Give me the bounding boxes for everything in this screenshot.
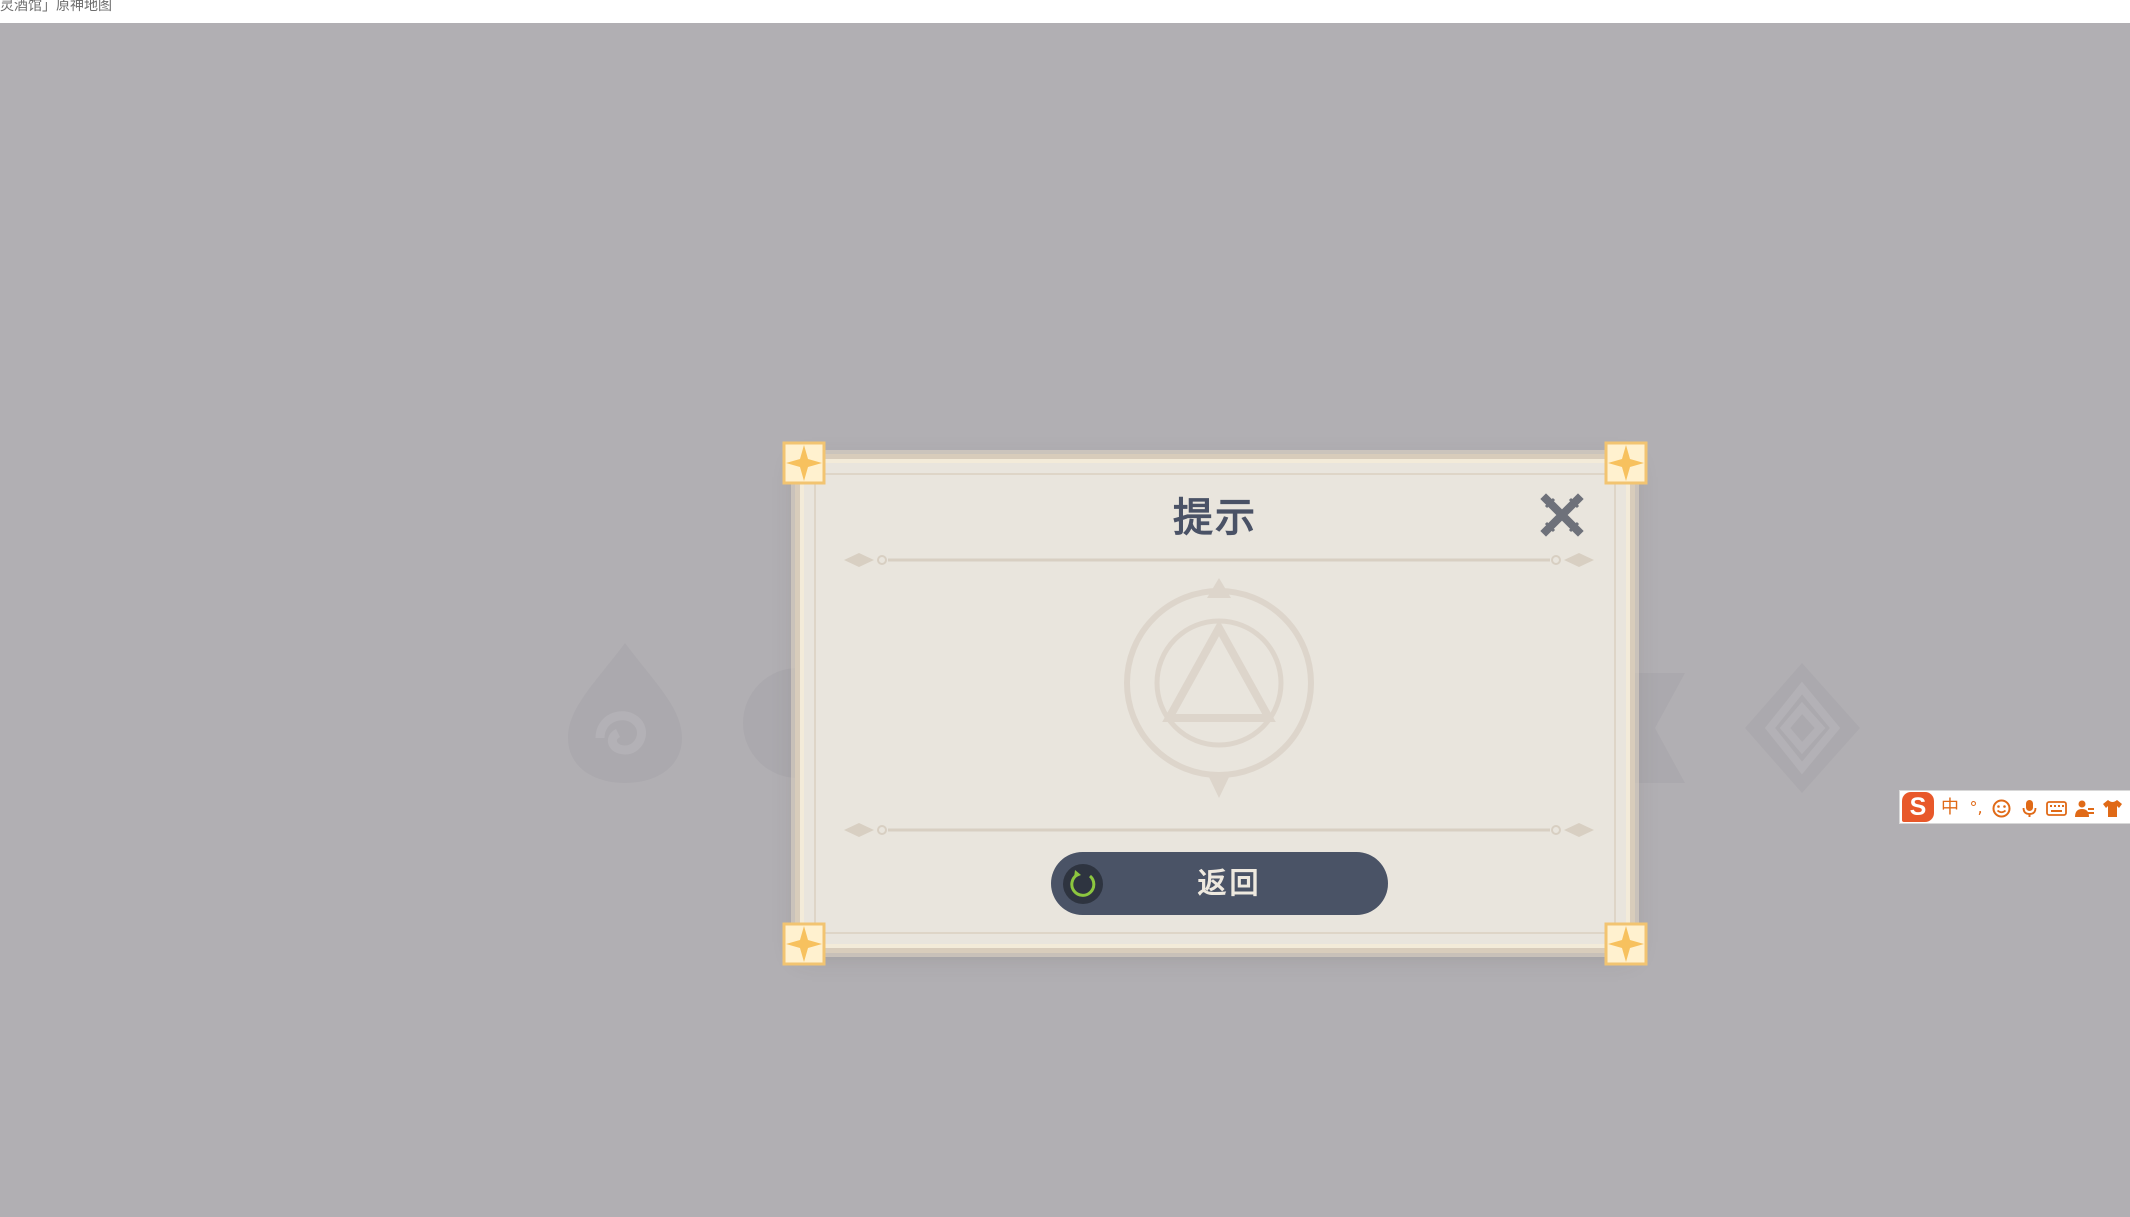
notice-dialog: 提示 返回 [782, 441, 1648, 966]
user-tools-icon[interactable] [2074, 799, 2095, 818]
element-emblem-partial-icon [743, 668, 808, 778]
corner-star-icon [782, 922, 826, 966]
corner-star-icon [1604, 441, 1648, 485]
emoji-icon[interactable] [1992, 799, 2011, 818]
geo-emblem-icon [1745, 663, 1860, 793]
ime-toolbar: S 中 °, [1899, 790, 2130, 824]
keyboard-icon[interactable] [2046, 799, 2067, 818]
close-icon[interactable] [1540, 493, 1584, 537]
return-button[interactable]: 返回 [1051, 852, 1388, 915]
browser-tab-title: 灵酒馆」原神地图 [0, 0, 112, 14]
dialog-title: 提示 [1173, 495, 1257, 541]
sogou-logo-icon[interactable]: S [1902, 792, 1934, 822]
browser-title-bar: 灵酒馆」原神地图 [0, 0, 2130, 23]
skin-shirt-icon[interactable] [2102, 799, 2123, 818]
microphone-icon[interactable] [2020, 799, 2039, 818]
corner-star-icon [782, 441, 826, 485]
dendro-emblem-watermark-icon [1124, 578, 1314, 798]
bottom-divider [844, 823, 1594, 837]
ime-punctuation-toggle[interactable]: °, [1964, 791, 1988, 825]
return-button-label: 返回 [1197, 866, 1262, 900]
anemo-emblem-icon [568, 643, 682, 783]
top-divider [844, 553, 1594, 567]
corner-star-icon [1604, 922, 1648, 966]
ime-mode-toggle[interactable]: 中 [1938, 791, 1962, 825]
